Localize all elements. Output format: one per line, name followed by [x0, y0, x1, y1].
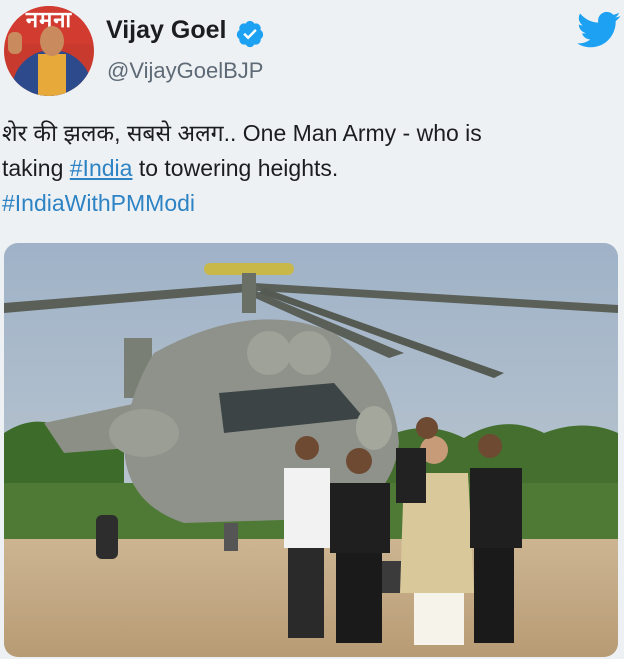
tweet-text: शेर की झलक, सबसे अलग.. One Man Army - wh…	[2, 116, 614, 221]
author-avatar[interactable]: नमना	[4, 6, 94, 96]
verified-badge-icon	[236, 20, 264, 48]
hashtag-india-link[interactable]: #India	[70, 155, 133, 181]
tweet-text-line-2: taking #India to towering heights.	[2, 155, 339, 181]
author-handle[interactable]: @VijayGoelBJP	[107, 58, 263, 84]
author-name[interactable]: Vijay Goel	[106, 16, 226, 45]
twitter-bird-icon[interactable]	[577, 10, 621, 50]
hashtag-india-with-pm-modi-link[interactable]: #IndiaWithPMModi	[2, 186, 614, 221]
tweet-photo-helicopter[interactable]	[4, 243, 618, 657]
tweet-text-line-1: शेर की झलक, सबसे अलग.. One Man Army - wh…	[2, 120, 482, 146]
